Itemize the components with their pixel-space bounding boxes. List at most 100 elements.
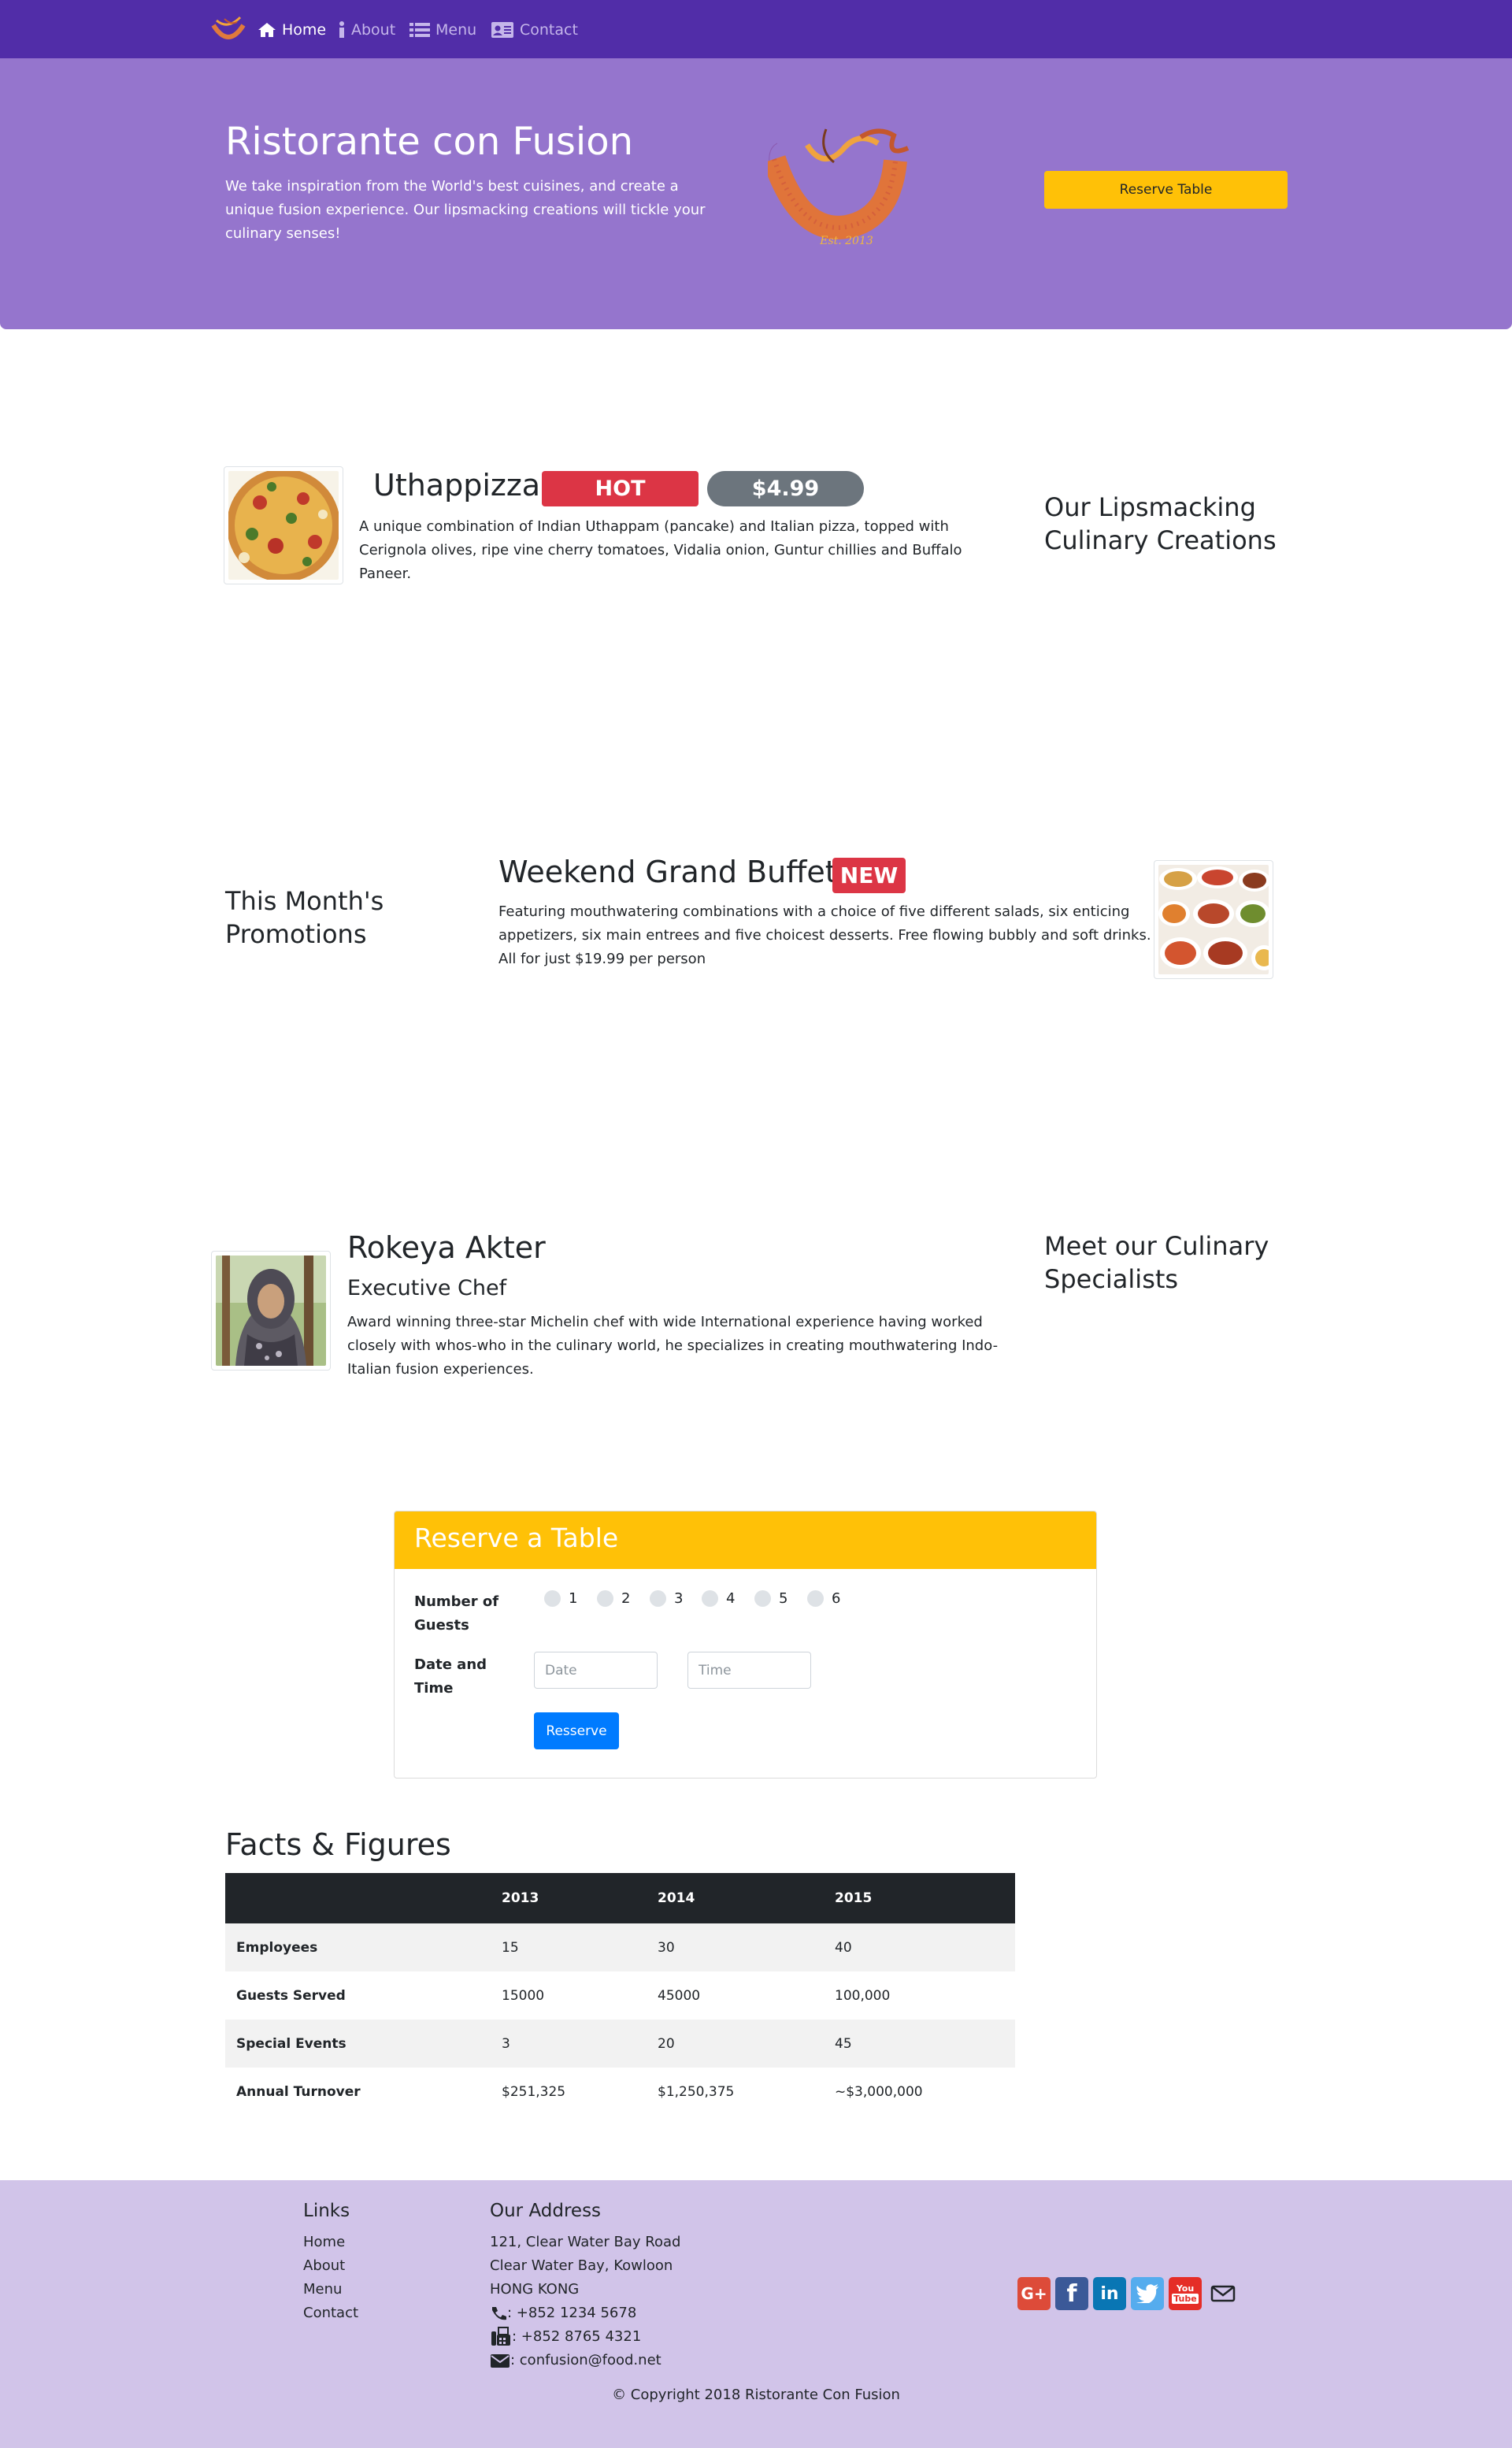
dish-name: Uthappizza bbox=[373, 468, 541, 503]
table-cell: 15 bbox=[491, 1923, 647, 1971]
facts-title: Facts & Figures bbox=[225, 1827, 451, 1862]
linkedin-icon[interactable]: in bbox=[1093, 2277, 1126, 2310]
footer-address: 121, Clear Water Bay Road Clear Water Ba… bbox=[490, 2231, 805, 2372]
leader-name: Rokeya Akter bbox=[347, 1230, 546, 1265]
table-row-header: Special Events bbox=[225, 2020, 491, 2068]
brand-logo[interactable] bbox=[209, 14, 248, 46]
table-cell: 100,000 bbox=[835, 1987, 891, 2004]
table-cell: 20 bbox=[647, 2020, 824, 2068]
footer-phone: : +852 1234 5678 bbox=[490, 2301, 805, 2325]
jumbotron: Ristorante con Fusion We take inspiratio… bbox=[0, 58, 1512, 329]
reserve-table-button[interactable]: Reserve Table bbox=[1044, 171, 1288, 209]
footer-link-home[interactable]: Home bbox=[303, 2231, 358, 2254]
table-cell: 30 bbox=[647, 1923, 824, 1971]
guest-radio-6[interactable]: 6 bbox=[807, 1590, 860, 1607]
footer-links: Home About Menu Contact bbox=[303, 2231, 358, 2325]
dish-hot-badge: HOT bbox=[542, 471, 699, 506]
guest-radio-5[interactable]: 5 bbox=[754, 1590, 807, 1607]
dish-image bbox=[224, 466, 343, 584]
footer-link-about[interactable]: About bbox=[303, 2254, 358, 2278]
table-header-cell: 2014 bbox=[647, 1873, 824, 1923]
guest-option-label: 6 bbox=[832, 1590, 841, 1607]
table-header-cell bbox=[225, 1873, 491, 1923]
table-cell: ~$3,000,000 bbox=[835, 2083, 923, 2100]
promotion-image bbox=[1154, 860, 1273, 979]
guest-radio-3[interactable]: 3 bbox=[650, 1590, 702, 1607]
date-input[interactable] bbox=[534, 1652, 658, 1689]
email-text: : confusion@food.net bbox=[510, 2352, 662, 2368]
footer-fax: : +852 8765 4321 bbox=[490, 2325, 805, 2349]
leader-description: Award winning three-star Michelin chef w… bbox=[347, 1314, 999, 1378]
time-input[interactable] bbox=[687, 1652, 811, 1689]
guest-radio-2[interactable]: 2 bbox=[597, 1590, 650, 1607]
guest-option-label: 3 bbox=[674, 1590, 684, 1607]
datetime-label: Date and Time bbox=[414, 1656, 487, 1697]
fax-text: : +852 8765 4321 bbox=[512, 2328, 642, 2345]
home-icon bbox=[258, 23, 276, 37]
address-line: 121, Clear Water Bay Road bbox=[490, 2234, 681, 2250]
promotion-name: Weekend Grand Buffet bbox=[498, 855, 837, 889]
dish-description: A unique combination of Indian Uthappam … bbox=[359, 518, 962, 582]
table-row-header: Annual Turnover bbox=[236, 2083, 361, 2100]
guest-radio-1[interactable]: 1 bbox=[544, 1590, 597, 1607]
radio-circle[interactable] bbox=[702, 1590, 718, 1607]
list-icon bbox=[410, 23, 430, 37]
footer-address-title: Our Address bbox=[490, 2201, 602, 2221]
address-line: Clear Water Bay, Kowloon bbox=[490, 2257, 673, 2274]
twitter-icon[interactable] bbox=[1131, 2277, 1164, 2310]
fax-icon bbox=[491, 2327, 510, 2346]
table-row: Employees 15 30 40 bbox=[225, 1923, 1015, 1971]
envelope-icon bbox=[491, 2354, 510, 2368]
footer-link-contact[interactable]: Contact bbox=[303, 2301, 358, 2325]
guest-option-label: 2 bbox=[621, 1590, 631, 1607]
table-cell: 40 bbox=[824, 1923, 1015, 1971]
social-icons: G+ f in You Tube bbox=[1017, 2277, 1240, 2310]
nav-contact[interactable]: Contact bbox=[491, 19, 578, 41]
leader-image bbox=[211, 1251, 331, 1371]
guest-option-label: 4 bbox=[726, 1590, 736, 1607]
reserve-submit-button[interactable]: Resserve bbox=[534, 1712, 619, 1749]
nav-home[interactable]: Home bbox=[258, 19, 326, 41]
radio-circle[interactable] bbox=[650, 1590, 666, 1607]
address-card-icon bbox=[491, 22, 513, 38]
promotion-new-badge: NEW bbox=[832, 858, 906, 893]
nav-menu-label: Menu bbox=[435, 21, 477, 39]
phone-icon bbox=[492, 2307, 506, 2320]
address-line: HONG KONG bbox=[490, 2281, 580, 2298]
dish-section-title: Our Lipsmacking Culinary Creations bbox=[1044, 492, 1277, 555]
facebook-icon[interactable]: f bbox=[1055, 2277, 1088, 2310]
radio-circle[interactable] bbox=[544, 1590, 561, 1607]
table-cell: 45000 bbox=[658, 1987, 701, 2004]
table-row-header: Guests Served bbox=[236, 1987, 346, 2004]
reserve-card-header: Reserve a Table bbox=[395, 1511, 1096, 1569]
facts-table: 2013 2014 2015 Employees 15 30 40 Guests… bbox=[225, 1873, 1015, 2116]
phone-text: : +852 1234 5678 bbox=[507, 2305, 637, 2321]
radio-circle[interactable] bbox=[807, 1590, 824, 1607]
guests-label: Number of Guests bbox=[414, 1593, 499, 1634]
radio-circle[interactable] bbox=[754, 1590, 771, 1607]
guest-option-label: 5 bbox=[779, 1590, 788, 1607]
footer-email: : confusion@food.net bbox=[490, 2349, 805, 2372]
nav-menu[interactable]: Menu bbox=[410, 19, 476, 41]
guest-radio-4[interactable]: 4 bbox=[702, 1590, 754, 1607]
table-cell: 45 bbox=[824, 2020, 1015, 2068]
nav-contact-label: Contact bbox=[520, 21, 578, 39]
table-header-cell: 2013 bbox=[491, 1873, 647, 1923]
table-cell: $251,325 bbox=[502, 2083, 566, 2100]
info-icon bbox=[339, 21, 344, 38]
mail-icon[interactable] bbox=[1206, 2277, 1240, 2310]
navbar: Home About Menu Contact bbox=[0, 0, 1512, 58]
footer-link-menu[interactable]: Menu bbox=[303, 2278, 358, 2301]
radio-circle[interactable] bbox=[597, 1590, 613, 1607]
google-plus-icon[interactable]: G+ bbox=[1017, 2277, 1051, 2310]
table-row: Annual Turnover $251,325 $1,250,375 ~$3,… bbox=[225, 2068, 1015, 2116]
guests-radio-group: 1 2 3 4 5 6 bbox=[544, 1590, 860, 1607]
dish-price-badge: $4.99 bbox=[707, 471, 864, 506]
promotion-description: Featuring mouthwatering combinations wit… bbox=[498, 903, 1151, 967]
reserve-card-title: Reserve a Table bbox=[414, 1523, 619, 1553]
guest-option-label: 1 bbox=[569, 1590, 578, 1607]
nav-about[interactable]: About bbox=[338, 19, 395, 41]
table-row: Special Events 3 20 45 bbox=[225, 2020, 1015, 2068]
youtube-icon[interactable]: You Tube bbox=[1169, 2277, 1202, 2310]
reserve-card: Reserve a Table Number of Guests 1 2 3 4… bbox=[394, 1511, 1097, 1779]
